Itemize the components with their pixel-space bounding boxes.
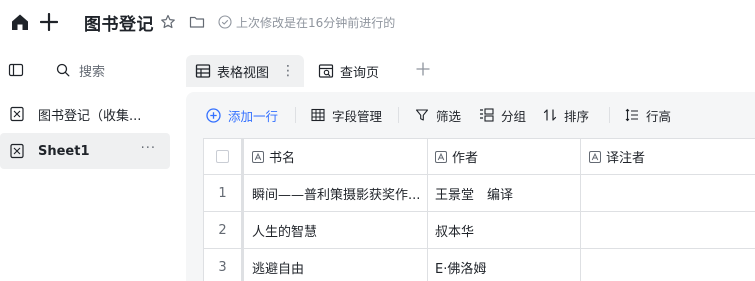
column-header-label: 译注者 xyxy=(606,151,646,166)
sort-icon xyxy=(543,108,557,122)
grid-view-icon xyxy=(195,63,211,79)
group-button[interactable]: 分组 xyxy=(479,92,526,138)
check-circle-icon xyxy=(218,15,232,29)
toolbar-divider xyxy=(295,107,296,123)
text-field-icon xyxy=(252,150,264,163)
sidebar-search[interactable]: 搜索 xyxy=(56,58,105,82)
group-icon xyxy=(479,108,494,122)
row-index: 2 xyxy=(204,212,242,248)
row-index: 3 xyxy=(204,249,242,281)
table-cell[interactable]: 王景堂 编译 xyxy=(428,175,581,211)
table-file-icon xyxy=(9,106,25,122)
home-icon xyxy=(10,12,30,32)
sidebar: 搜索 图书登记（收集... Sheet1 ··· xyxy=(0,44,186,281)
table-row[interactable]: 3 逃避自由 E·佛洛姆 xyxy=(204,249,755,281)
field-manage-button[interactable]: 字段管理 xyxy=(311,92,382,138)
toolbar-divider xyxy=(398,107,399,123)
sidebar-item-form-table[interactable]: 图书登记（收集... xyxy=(0,96,170,132)
star-icon xyxy=(160,14,176,30)
save-status-text: 上次修改是在16分钟前进行的 xyxy=(236,15,396,30)
row-height-icon xyxy=(625,108,639,122)
table-cell[interactable] xyxy=(581,249,755,281)
table-file-icon xyxy=(9,143,25,159)
row-height-button[interactable]: 行高 xyxy=(625,92,671,138)
row-index: 1 xyxy=(204,175,242,211)
sort-label: 排序 xyxy=(564,108,590,124)
table-fields-icon xyxy=(311,108,325,122)
plus-circle-icon xyxy=(206,107,221,123)
table-cell[interactable]: 叔本华 xyxy=(428,212,581,248)
add-row-label: 添加一行 xyxy=(228,108,279,124)
filter-label: 筛选 xyxy=(436,108,462,124)
new-button[interactable] xyxy=(40,0,58,44)
column-header-label: 书名 xyxy=(269,151,296,166)
add-view-button[interactable] xyxy=(416,60,430,81)
text-field-icon xyxy=(589,150,601,163)
column-header[interactable]: 书名 xyxy=(242,139,428,174)
text-field-icon xyxy=(435,150,447,163)
data-grid: 书名 作者 译注者 1 瞬间——普利策摄影获奖作... 王景堂 编译 2 人生的… xyxy=(203,138,755,281)
home-button[interactable] xyxy=(10,0,30,44)
table-row[interactable]: 1 瞬间——普利策摄影获奖作... 王景堂 编译 xyxy=(204,175,755,212)
sort-button[interactable]: 排序 xyxy=(543,92,589,138)
tab-query-page[interactable]: 查询页 xyxy=(316,55,379,87)
favorite-button[interactable] xyxy=(160,0,176,44)
document-title[interactable]: 图书登记 xyxy=(84,0,154,44)
tab-more-icon[interactable]: ⋮ xyxy=(281,63,295,79)
table-cell[interactable]: 逃避自由 xyxy=(242,249,428,281)
sidebar-toggle-button[interactable] xyxy=(8,62,24,78)
table-cell[interactable]: 瞬间——普利策摄影获奖作... xyxy=(242,175,428,211)
more-options-icon[interactable]: ··· xyxy=(141,141,156,156)
view-tabs: 表格视图 ⋮ 查询页 xyxy=(186,44,755,92)
row-height-label: 行高 xyxy=(646,108,672,124)
grid-view-content: 添加一行 字段管理 筛选 分组 排序 行高 书名 作者 译注者 1 瞬间——普利… xyxy=(186,92,755,281)
query-page-icon xyxy=(318,63,334,79)
table-cell[interactable] xyxy=(581,212,755,248)
sidebar-item-sheet1[interactable]: Sheet1 ··· xyxy=(0,133,170,169)
folder-icon xyxy=(189,14,205,30)
table-cell[interactable]: E·佛洛姆 xyxy=(428,249,581,281)
search-placeholder: 搜索 xyxy=(79,64,106,80)
add-row-button[interactable]: 添加一行 xyxy=(206,92,278,138)
move-to-folder-button[interactable] xyxy=(189,0,205,44)
tab-label: 表格视图 xyxy=(217,65,270,81)
select-all-cell xyxy=(204,139,242,174)
toolbar-divider xyxy=(609,107,610,123)
plus-icon xyxy=(40,13,58,31)
column-header[interactable]: 译注者 xyxy=(581,139,755,174)
column-header-label: 作者 xyxy=(452,151,479,166)
plus-icon xyxy=(416,62,430,76)
group-label: 分组 xyxy=(501,108,527,124)
tab-grid-view[interactable]: 表格视图 ⋮ xyxy=(186,55,304,87)
search-icon xyxy=(56,63,70,77)
table-cell[interactable]: 人生的智慧 xyxy=(242,212,428,248)
save-status: 上次修改是在16分钟前进行的 xyxy=(218,0,395,44)
sidebar-item-label: 图书登记（收集... xyxy=(38,108,142,124)
table-row[interactable]: 2 人生的智慧 叔本华 xyxy=(204,212,755,249)
filter-icon xyxy=(415,108,429,122)
tab-label: 查询页 xyxy=(340,65,380,81)
sidebar-item-label: Sheet1 xyxy=(38,143,90,159)
view-toolbar: 添加一行 字段管理 筛选 分组 排序 行高 xyxy=(186,92,755,138)
top-bar: 图书登记 上次修改是在16分钟前进行的 xyxy=(0,0,755,44)
column-header[interactable]: 作者 xyxy=(428,139,581,174)
field-manage-label: 字段管理 xyxy=(332,108,383,124)
sidebar-panel-icon xyxy=(8,62,24,78)
table-cell[interactable] xyxy=(581,175,755,211)
filter-button[interactable]: 筛选 xyxy=(415,92,461,138)
table-header-row: 书名 作者 译注者 xyxy=(204,139,755,175)
select-all-checkbox[interactable] xyxy=(216,150,229,163)
